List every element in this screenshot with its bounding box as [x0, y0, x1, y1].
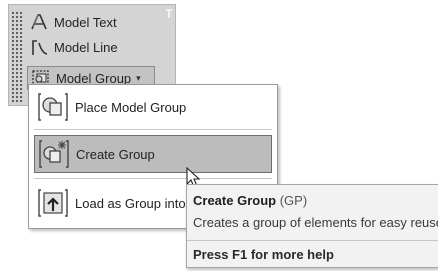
- panel-grip-handle[interactable]: [11, 11, 23, 103]
- menu-item-create-group[interactable]: Create Group: [34, 135, 272, 173]
- ribbon-item-label: Model Line: [54, 39, 118, 55]
- pin-icon[interactable]: [165, 9, 173, 19]
- ribbon-item-model-line[interactable]: Model Line: [29, 36, 118, 58]
- tooltip-title: Create Group (GP): [193, 193, 307, 208]
- menu-divider: [34, 178, 272, 179]
- ribbon-item-model-text[interactable]: Model Text: [29, 11, 117, 33]
- menu-divider: [34, 129, 272, 130]
- menu-item-place-model-group[interactable]: Place Model Group: [34, 88, 272, 126]
- tooltip-command-name: Create Group: [193, 193, 277, 208]
- model-text-icon: [31, 14, 47, 30]
- tooltip-divider: [187, 240, 438, 241]
- menu-item-label: Place Model Group: [75, 99, 187, 115]
- model-line-icon: [32, 40, 48, 55]
- load-as-group-icon: [38, 189, 68, 217]
- chevron-down-icon: ▾: [136, 72, 141, 83]
- tooltip-description: Creates a group of elements for easy reu…: [193, 215, 438, 230]
- tooltip: Create Group (GP) Creates a group of ele…: [186, 184, 438, 268]
- tooltip-help-text: Press F1 for more help: [193, 247, 334, 262]
- place-model-group-icon: [38, 93, 68, 121]
- create-group-icon: [39, 140, 69, 168]
- ribbon-item-label: Model Text: [54, 14, 117, 30]
- menu-item-label: Create Group: [76, 146, 155, 162]
- tooltip-shortcut: (GP): [279, 193, 308, 208]
- menu-item-label: Load as Group into: [75, 195, 186, 211]
